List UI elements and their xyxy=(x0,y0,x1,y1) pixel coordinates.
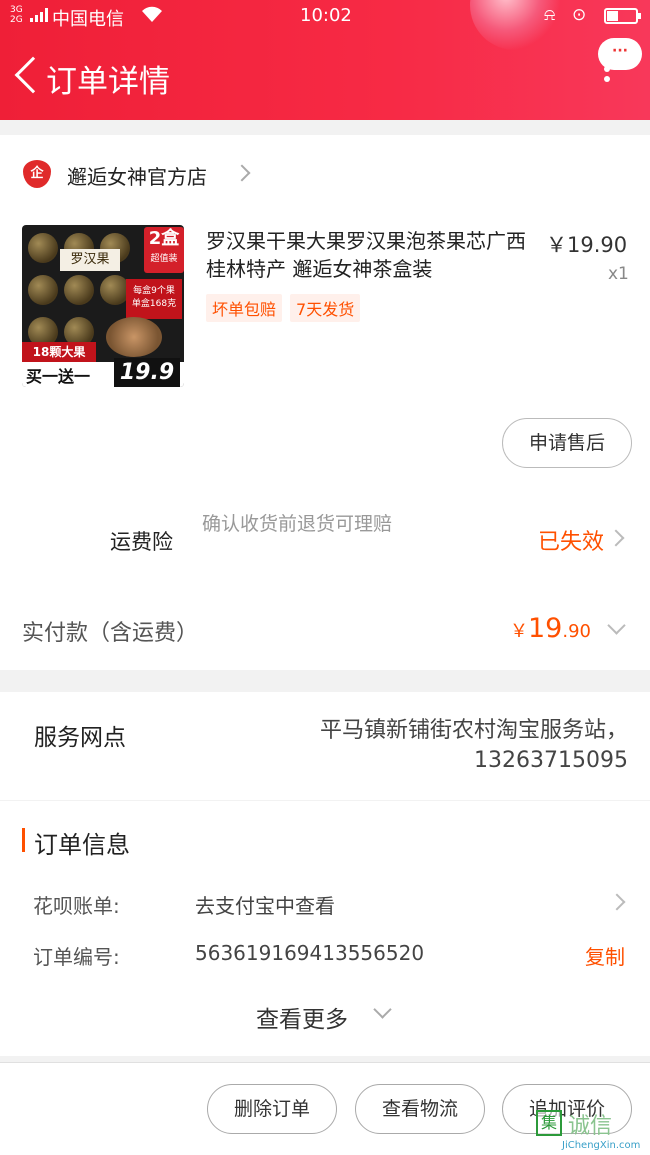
product-title[interactable]: 罗汉果干果大果罗汉果泡茶果芯广西桂林特产 邂逅女神茶盒装 xyxy=(206,227,536,283)
watermark-text: 诚信 xyxy=(568,1114,613,1139)
order-number-row: 订单编号: 563619169413556520 复制 xyxy=(33,941,633,971)
vibrate-icon: ⍾ xyxy=(544,5,560,25)
service-card: 服务网点 平马镇新铺街农村淘宝服务站，13263715095 xyxy=(0,692,650,800)
more-dots-icon[interactable] xyxy=(602,62,612,82)
product-tags: 坏单包赔 7天发货 xyxy=(206,294,368,322)
battery-icon xyxy=(604,8,641,24)
clock: 10:02 xyxy=(300,5,352,26)
service-label: 服务网点 xyxy=(34,725,126,751)
order-number-value: 563619169413556520 xyxy=(195,941,425,965)
copy-button[interactable]: 复制 xyxy=(585,941,625,970)
tag-ship-time: 7天发货 xyxy=(290,294,361,322)
promo-badge: 2盒 超值装 xyxy=(144,227,184,273)
service-value: 平马镇新铺街农村淘宝服务站，13263715095 xyxy=(319,718,628,773)
tag-damage-guarantee: 坏单包赔 xyxy=(206,294,283,322)
wifi-icon xyxy=(140,6,164,29)
header: 3G 2G 中国电信 10:02 ⍾ ⊙ 订单详情 ··· xyxy=(0,0,650,120)
shop-logo-icon: 企 xyxy=(23,160,51,188)
chevron-down-icon[interactable] xyxy=(373,1000,392,1019)
order-card: 企 邂逅女神官方店 罗汉果 2盒 超值装 每盒9个果 单盒168克 18颗大果 … xyxy=(0,135,650,670)
chevron-down-icon[interactable] xyxy=(607,616,626,635)
insurance-label: 运费险 xyxy=(110,530,173,554)
insurance-status[interactable]: 已失效 xyxy=(538,524,604,556)
huabei-bill-value[interactable]: 去支付宝中查看 xyxy=(195,890,335,919)
payment-label: 实付款（含运费） xyxy=(22,621,199,646)
product-image[interactable]: 罗汉果 2盒 超值装 每盒9个果 单盒168克 18颗大果 买一送一 19.9 xyxy=(22,225,184,387)
view-logistics-button[interactable]: 查看物流 xyxy=(355,1084,485,1134)
chevron-right-icon[interactable] xyxy=(608,893,626,911)
watermark: 集 诚信 JiChengXin.com xyxy=(532,1106,650,1155)
product-quantity: x1 xyxy=(608,264,629,284)
delete-order-button[interactable]: 删除订单 xyxy=(207,1084,337,1134)
promo-strip-white: 买一送一 19.9 xyxy=(22,358,184,387)
chevron-right-icon xyxy=(233,164,251,182)
see-more-button[interactable]: 查看更多 xyxy=(256,1000,348,1034)
carrier-name: 中国电信 xyxy=(52,9,124,30)
order-info-heading: 订单信息 xyxy=(22,825,130,860)
page-title: 订单详情 xyxy=(46,64,170,100)
order-number-key: 订单编号: xyxy=(33,945,120,969)
promo-strip-red: 18颗大果 xyxy=(22,342,96,362)
box-label: 罗汉果 xyxy=(60,249,120,271)
order-info-card: 订单信息 花呗账单: 去支付宝中查看 订单编号: 563619169413556… xyxy=(0,801,650,1056)
payment-amount: ￥19.90 xyxy=(510,613,591,644)
after-sale-button[interactable]: 申请售后 xyxy=(502,418,632,468)
insurance-description: 确认收货前退货可理赔 xyxy=(202,513,393,535)
watermark-url: JiChengXin.com xyxy=(562,1140,641,1151)
watermark-logo-icon: 集 xyxy=(536,1110,562,1136)
product-price: ￥19.90 xyxy=(546,233,628,257)
network-type: 3G 2G xyxy=(10,5,23,25)
shop-name[interactable]: 邂逅女神官方店 xyxy=(67,161,207,190)
powder-image xyxy=(106,317,162,357)
back-button[interactable] xyxy=(12,54,52,98)
spec-box: 每盒9个果 单盒168克 xyxy=(126,279,182,319)
lock-rotation-icon: ⊙ xyxy=(572,5,591,25)
chevron-right-icon[interactable] xyxy=(607,529,625,547)
signal-icon xyxy=(30,8,48,22)
shop-row[interactable]: 企 邂逅女神官方店 xyxy=(0,155,650,195)
huabei-bill-key: 花呗账单: xyxy=(33,894,120,918)
huabei-bill-row[interactable]: 花呗账单: 去支付宝中查看 xyxy=(33,890,633,920)
status-bar: 3G 2G 中国电信 10:02 ⍾ ⊙ xyxy=(0,0,650,36)
